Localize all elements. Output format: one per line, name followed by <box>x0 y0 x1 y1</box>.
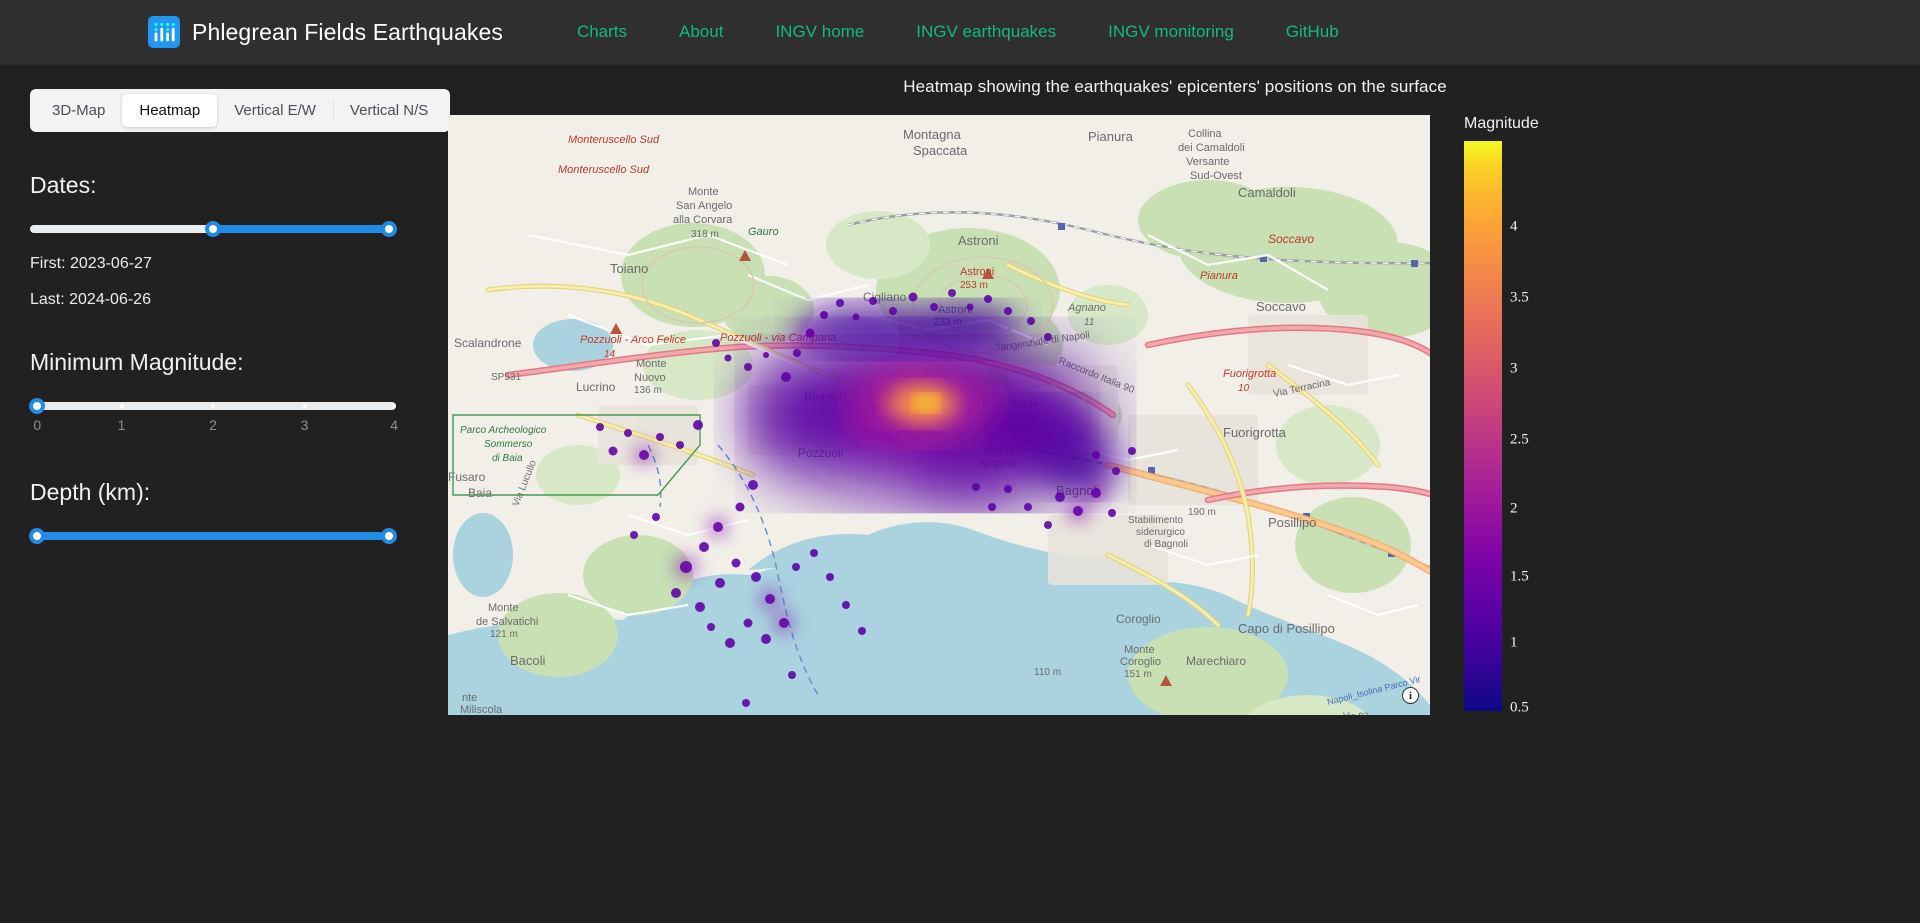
colorbar-tick-0-5: 0.5 <box>1510 699 1529 716</box>
brand[interactable]: Phlegrean Fields Earthquakes <box>148 16 503 48</box>
magnitude-tick-dot-1 <box>119 404 124 408</box>
info-icon[interactable]: i <box>1402 687 1419 704</box>
colorbar-tick-2-5: 2.5 <box>1510 431 1529 448</box>
colorbar-gradient <box>1464 141 1502 711</box>
brand-title: Phlegrean Fields Earthquakes <box>192 18 503 45</box>
nav-link-about[interactable]: About <box>653 14 749 50</box>
top-navbar: Phlegrean Fields Earthquakes Charts Abou… <box>0 0 1920 65</box>
depth-range-slider[interactable] <box>29 528 397 544</box>
nav-links: Charts About INGV home INGV earthquakes … <box>551 14 1365 50</box>
colorbar-tick-1-5: 1.5 <box>1510 568 1529 585</box>
tab-heatmap[interactable]: Heatmap <box>122 94 218 127</box>
depth-label: Depth (km): <box>30 479 151 505</box>
magnitude-mark-3: 3 <box>300 417 309 433</box>
magnitude-mark-0: 0 <box>33 417 42 433</box>
tab-3d-map[interactable]: 3D-Map <box>35 94 122 127</box>
chart-panel: Heatmap showing the earthquakes' epicent… <box>430 65 1920 923</box>
magnitude-mark-2: 2 <box>209 417 217 433</box>
nav-link-ingv-home[interactable]: INGV home <box>749 14 890 50</box>
colorbar-tick-4: 4 <box>1510 218 1518 234</box>
tab-vertical-ew[interactable]: Vertical E/W <box>217 94 333 127</box>
colorbar-inner: 4 3.5 3 2.5 2 1.5 1 0.5 <box>1458 141 1638 716</box>
dates-range-slider[interactable] <box>30 221 397 237</box>
magnitude-mark-1: 1 <box>117 417 126 433</box>
magnitude-slider-handle[interactable] <box>29 398 46 414</box>
nav-link-ingv-earthquakes[interactable]: INGV earthquakes <box>890 14 1082 50</box>
colorbar-tick-3-5: 3.5 <box>1510 289 1529 306</box>
colorbar-tick-3: 3 <box>1510 360 1518 377</box>
dates-slider-handle-end[interactable] <box>380 221 397 237</box>
chart-title: Heatmap showing the earthquakes' epicent… <box>903 77 1447 96</box>
page-body: 3D-Map Heatmap Vertical E/W Vertical N/S… <box>0 65 1920 923</box>
depth-slider-handle-start[interactable] <box>29 528 46 544</box>
heatmap-map-container[interactable]: Monteruscello Sud Monteruscello Sud Mont… <box>448 115 1430 715</box>
minimum-magnitude-slider[interactable] <box>29 398 397 414</box>
nav-link-ingv-monitoring[interactable]: INGV monitoring <box>1082 14 1260 50</box>
depth-slider-handle-end[interactable] <box>380 528 397 544</box>
magnitude-tick-dot-2 <box>211 404 215 408</box>
dates-label: Dates: <box>30 172 97 198</box>
depth-slider-fill <box>37 532 389 540</box>
dates-last-value: Last: 2024-06-26 <box>30 291 151 308</box>
magnitude-colorbar: Magnitude 4 3.5 3 2.5 2 1.5 1 0.5 <box>1458 115 1638 716</box>
magnitude-mark-4: 4 <box>390 417 399 433</box>
dates-slider-handle-start[interactable] <box>205 221 221 237</box>
colorbar-tick-2: 2 <box>1510 500 1518 517</box>
tab-vertical-ns[interactable]: Vertical N/S <box>332 94 445 127</box>
earthquake-heatmap-overlay <box>596 289 1136 707</box>
dates-first-value: First: 2023-06-27 <box>30 255 152 272</box>
view-tabs: 3D-Map Heatmap Vertical E/W Vertical N/S <box>30 89 451 132</box>
nav-link-github[interactable]: GitHub <box>1260 14 1365 50</box>
nav-link-charts[interactable]: Charts <box>551 14 653 50</box>
colorbar-tick-1: 1 <box>1510 634 1518 651</box>
magnitude-tick-dot-3 <box>302 404 307 408</box>
plot-row: Monteruscello Sud Monteruscello Sud Mont… <box>430 97 1920 716</box>
colorbar-title: Magnitude <box>1464 115 1539 132</box>
magnitude-slider-marks: 0 1 2 3 4 <box>30 417 399 439</box>
minimum-magnitude-label: Minimum Magnitude: <box>30 349 244 375</box>
bar-chart-sliders-icon <box>148 16 180 48</box>
osm-basemap[interactable]: Monteruscello Sud Monteruscello Sud Mont… <box>448 115 1430 715</box>
dates-slider-fill <box>213 225 389 233</box>
controls-sidebar: 3D-Map Heatmap Vertical E/W Vertical N/S… <box>0 65 451 923</box>
magnitude-tick-dot-4 <box>392 404 397 408</box>
